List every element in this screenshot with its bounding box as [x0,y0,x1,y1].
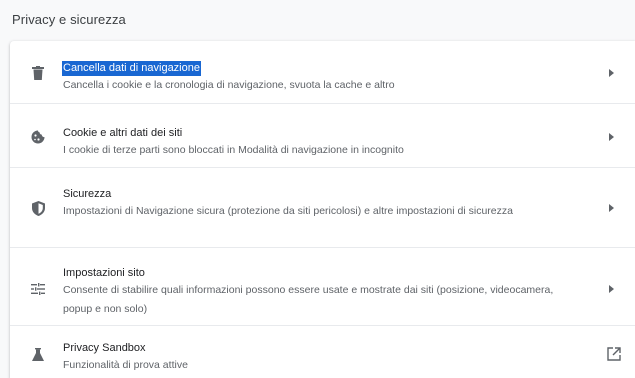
shield-icon [30,200,46,216]
row-subtitle: I cookie di terze parti sono bloccati in… [63,144,404,156]
arrow-right-icon [607,203,615,213]
sliders-icon [30,281,46,297]
trash-icon [30,65,46,81]
row-cookies[interactable]: Cookie e altri dati dei siti I cookie di… [10,103,635,167]
row-privacy-sandbox[interactable]: Privacy Sandbox Funzionalità di prova at… [10,325,635,378]
privacy-security-card: Cancella dati di navigazione Cancella i … [10,41,635,378]
settings-page: Privacy e sicurezza Cancella dati di nav… [0,0,635,378]
row-subtitle: Impostazioni di Navigazione sicura (prot… [63,205,513,217]
row-subtitle: Cancella i cookie e la cronologia di nav… [63,79,395,91]
cookie-icon [30,129,46,145]
arrow-right-icon [607,132,615,142]
row-title: Sicurezza [63,188,112,200]
row-subtitle: Funzionalità di prova attive [63,359,188,371]
row-site-settings[interactable]: Impostazioni sito Consente di stabilire … [10,247,635,325]
row-title: Impostazioni sito [63,267,145,279]
row-title: Privacy Sandbox [63,342,146,354]
open-in-new-icon[interactable] [607,347,621,361]
row-clear-browsing-data[interactable]: Cancella dati di navigazione Cancella i … [10,41,635,103]
section-title: Privacy e sicurezza [12,12,126,27]
row-title: Cancella dati di navigazione [62,61,201,76]
flask-icon [30,346,46,362]
row-security[interactable]: Sicurezza Impostazioni di Navigazione si… [10,167,635,247]
arrow-right-icon [607,68,615,78]
row-subtitle: Consente di stabilire quali informazioni… [63,284,554,315]
row-title: Cookie e altri dati dei siti [63,127,183,139]
arrow-right-icon [607,284,615,294]
